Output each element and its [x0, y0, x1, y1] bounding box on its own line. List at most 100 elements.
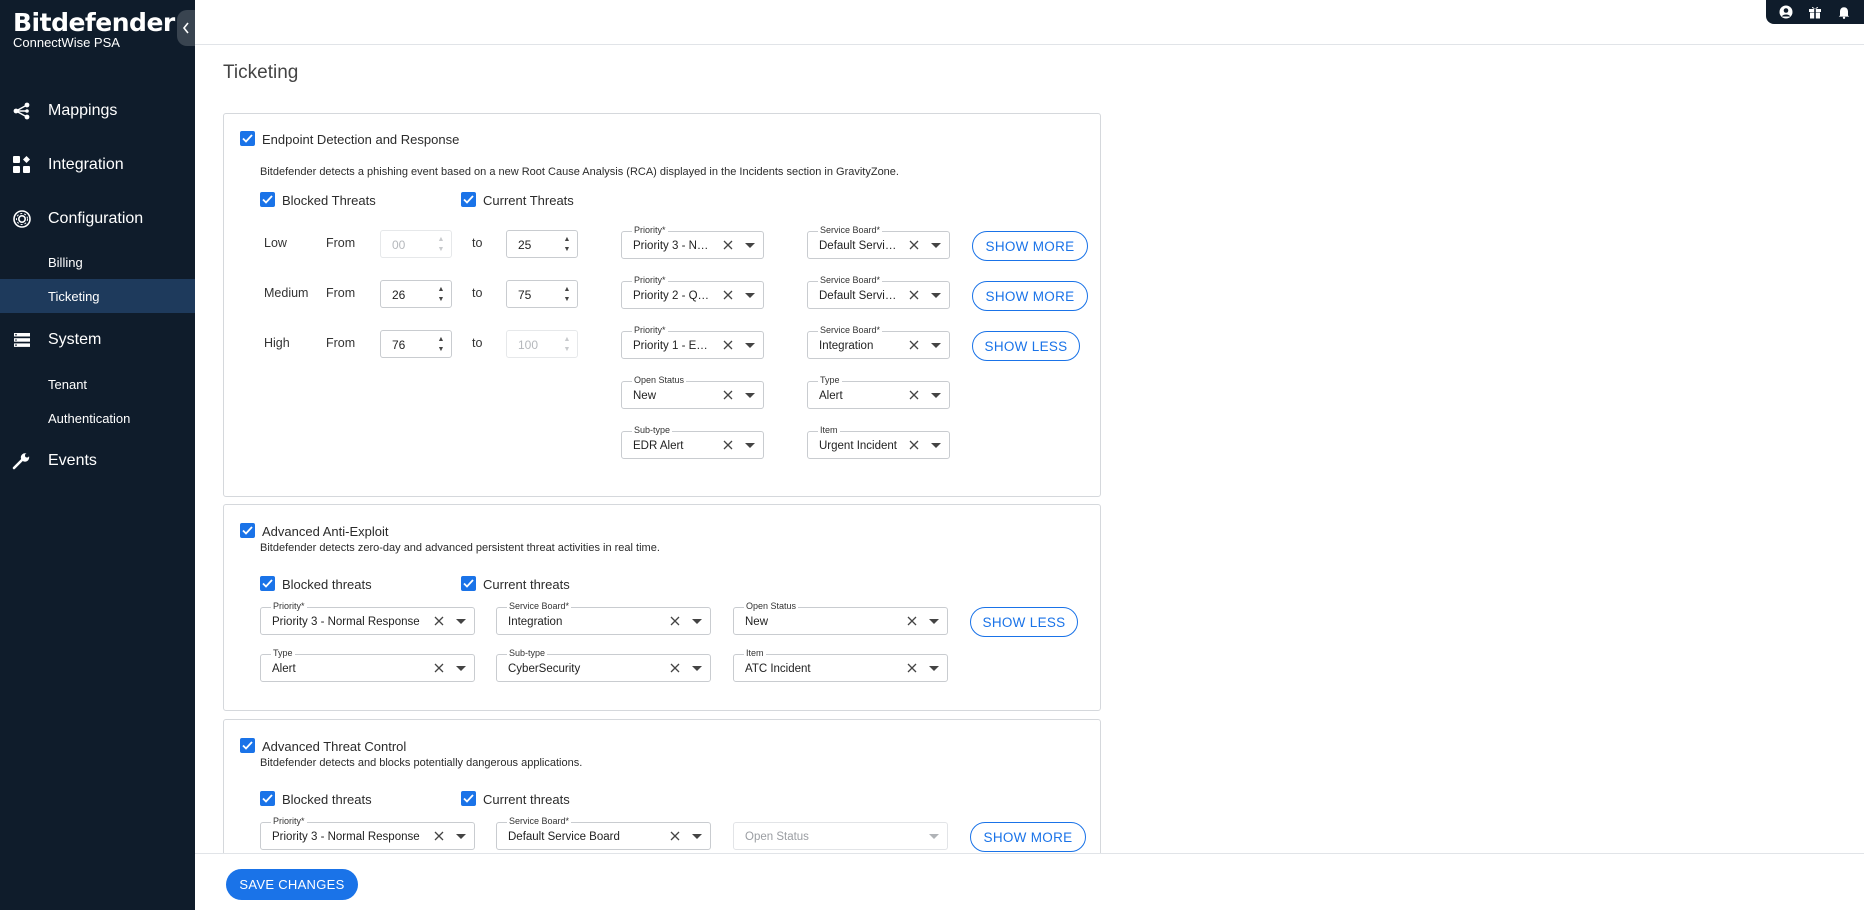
- anti-exploit-current-checkbox[interactable]: [461, 576, 476, 591]
- type-select[interactable]: Type Alert: [807, 375, 950, 409]
- close-icon[interactable]: [721, 388, 735, 402]
- chevron-down-icon[interactable]: [456, 666, 466, 671]
- close-icon[interactable]: [907, 388, 921, 402]
- close-icon[interactable]: [907, 338, 921, 352]
- chevron-down-icon[interactable]: [745, 393, 755, 398]
- bell-icon[interactable]: [1837, 5, 1851, 19]
- sidebar-item-events[interactable]: Events: [0, 444, 195, 478]
- chevron-down-icon[interactable]: [692, 619, 702, 624]
- close-icon[interactable]: [432, 614, 446, 628]
- chevron-down-icon[interactable]: [929, 666, 939, 671]
- chevron-down-icon[interactable]: [929, 834, 939, 839]
- high-service-board-select[interactable]: Service Board* Integration: [807, 325, 950, 359]
- atc-service-board-select[interactable]: Service Board* Default Service Board: [496, 816, 711, 850]
- atc-priority-select[interactable]: Priority* Priority 3 - Normal Response: [260, 816, 475, 850]
- sidebar-item-system[interactable]: System: [0, 323, 195, 357]
- close-icon[interactable]: [907, 288, 921, 302]
- collapse-sidebar-button[interactable]: [177, 10, 195, 46]
- field-caption: Item: [744, 648, 766, 659]
- item-select[interactable]: Item Urgent Incident: [807, 425, 950, 459]
- chevron-down-icon[interactable]: [931, 343, 941, 348]
- chevron-down-icon[interactable]: [931, 393, 941, 398]
- show-more-button[interactable]: SHOW MORE: [970, 822, 1086, 852]
- close-icon[interactable]: [668, 614, 682, 628]
- high-to-input[interactable]: 100 ▲ ▼: [506, 330, 578, 358]
- chevron-down-icon[interactable]: [745, 293, 755, 298]
- anti-exploit-open-status-select[interactable]: Open Status New: [733, 601, 948, 635]
- edr-blocked-checkbox[interactable]: [260, 192, 275, 207]
- atc-current-checkbox[interactable]: [461, 791, 476, 806]
- close-icon[interactable]: [905, 661, 919, 675]
- close-icon[interactable]: [907, 438, 921, 452]
- show-more-button[interactable]: SHOW MORE: [972, 281, 1088, 311]
- low-priority-select[interactable]: Priority* Priority 3 - Normal Response: [621, 225, 764, 259]
- anti-exploit-type-select[interactable]: Type Alert: [260, 648, 475, 682]
- low-service-board-select[interactable]: Service Board* Default Service Board: [807, 225, 950, 259]
- chevron-down-icon[interactable]: [931, 293, 941, 298]
- anti-exploit-subtype-select[interactable]: Sub-type CyberSecurity: [496, 648, 711, 682]
- chevron-down-icon[interactable]: [692, 666, 702, 671]
- sidebar-item-mappings[interactable]: Mappings: [0, 94, 195, 128]
- low-to-input[interactable]: 25 ▲ ▼: [506, 230, 578, 258]
- close-icon[interactable]: [907, 238, 921, 252]
- chevron-down-icon[interactable]: [931, 243, 941, 248]
- stepper-arrows[interactable]: ▲ ▼: [563, 336, 571, 354]
- edr-current-checkbox[interactable]: [461, 192, 476, 207]
- user-icon[interactable]: [1779, 5, 1793, 19]
- sidebar-item-configuration[interactable]: Configuration: [0, 202, 195, 236]
- sidebar-item-tenant[interactable]: Tenant: [0, 367, 195, 401]
- open-status-select[interactable]: Open Status New: [621, 375, 764, 409]
- show-more-button[interactable]: SHOW MORE: [972, 231, 1088, 261]
- stepper-arrows[interactable]: ▲ ▼: [437, 336, 445, 354]
- chevron-down-icon[interactable]: [456, 834, 466, 839]
- field-caption: Service Board*: [818, 325, 883, 336]
- close-icon[interactable]: [668, 829, 682, 843]
- anti-exploit-item-select[interactable]: Item ATC Incident: [733, 648, 948, 682]
- atc-open-status-select[interactable]: Open Status: [733, 822, 948, 850]
- stepper-arrows[interactable]: ▲ ▼: [563, 236, 571, 254]
- close-icon[interactable]: [432, 661, 446, 675]
- close-icon[interactable]: [432, 829, 446, 843]
- high-from-input[interactable]: 76 ▲ ▼: [380, 330, 452, 358]
- close-icon[interactable]: [905, 614, 919, 628]
- medium-from-input[interactable]: 26 ▲ ▼: [380, 280, 452, 308]
- chevron-down-icon[interactable]: [692, 834, 702, 839]
- chevron-down-icon[interactable]: [456, 619, 466, 624]
- chevron-down-icon[interactable]: [745, 243, 755, 248]
- medium-service-board-select[interactable]: Service Board* Default Service Board: [807, 275, 950, 309]
- show-less-button[interactable]: SHOW LESS: [972, 331, 1080, 361]
- gift-icon[interactable]: [1808, 5, 1822, 19]
- atc-checkbox[interactable]: [240, 738, 255, 753]
- sidebar-item-authentication[interactable]: Authentication: [0, 401, 195, 435]
- sidebar-item-integration[interactable]: Integration: [0, 148, 195, 182]
- close-icon[interactable]: [668, 661, 682, 675]
- chevron-down-icon[interactable]: [929, 619, 939, 624]
- stepper-arrows[interactable]: ▲ ▼: [563, 286, 571, 304]
- chevron-down-icon[interactable]: [931, 443, 941, 448]
- anti-exploit-service-board-select[interactable]: Service Board* Integration: [496, 601, 711, 635]
- subtype-select[interactable]: Sub-type EDR Alert: [621, 425, 764, 459]
- anti-exploit-priority-select[interactable]: Priority* Priority 3 - Normal Response: [260, 601, 475, 635]
- sidebar-item-billing[interactable]: Billing: [0, 245, 195, 279]
- sidebar-item-ticketing[interactable]: Ticketing: [0, 279, 195, 313]
- medium-to-input[interactable]: 75 ▲ ▼: [506, 280, 578, 308]
- stepper-arrows[interactable]: ▲ ▼: [437, 236, 445, 254]
- atc-blocked-checkbox[interactable]: [260, 791, 275, 806]
- edr-checkbox[interactable]: [240, 131, 255, 146]
- close-icon[interactable]: [721, 338, 735, 352]
- close-icon[interactable]: [721, 288, 735, 302]
- save-changes-button[interactable]: SAVE CHANGES: [226, 869, 358, 900]
- close-icon[interactable]: [721, 238, 735, 252]
- anti-exploit-checkbox[interactable]: [240, 523, 255, 538]
- medium-priority-select[interactable]: Priority* Priority 2 - Quick Response: [621, 275, 764, 309]
- high-priority-select[interactable]: Priority* Priority 1 - Emergency Respons…: [621, 325, 764, 359]
- anti-exploit-blocked-checkbox[interactable]: [260, 576, 275, 591]
- stepper-arrows[interactable]: ▲ ▼: [437, 286, 445, 304]
- show-less-button[interactable]: SHOW LESS: [970, 607, 1078, 637]
- check-icon: [242, 741, 253, 750]
- close-icon[interactable]: [721, 438, 735, 452]
- field-caption: Priority*: [632, 325, 668, 336]
- chevron-down-icon[interactable]: [745, 343, 755, 348]
- chevron-down-icon[interactable]: [745, 443, 755, 448]
- low-from-input[interactable]: 00 ▲ ▼: [380, 230, 452, 258]
